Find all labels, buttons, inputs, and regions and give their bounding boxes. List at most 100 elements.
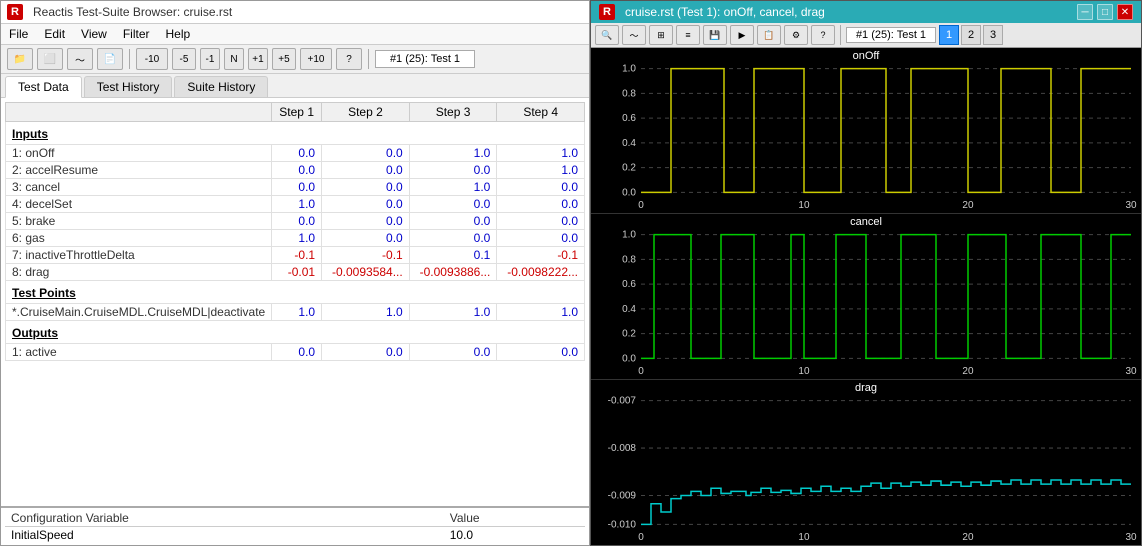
menu-bar: File Edit View Filter Help — [1, 24, 589, 45]
chart-cancel: cancel 1.0 0.8 0.6 0.4 0.2 0.0 0 10 20 3… — [591, 214, 1141, 380]
right-settings-button[interactable]: ⚙ — [784, 25, 808, 45]
tab-test-history[interactable]: Test History — [84, 76, 173, 97]
cell-val: 1.0 — [409, 179, 497, 196]
svg-text:10: 10 — [798, 200, 809, 211]
svg-text:30: 30 — [1125, 200, 1136, 211]
right-search-button[interactable]: 🔍 — [595, 25, 619, 45]
test-label: #1 (25): Test 1 — [375, 50, 475, 68]
svg-text:20: 20 — [962, 532, 973, 543]
table-row: *.CruiseMain.CruiseMDL.CruiseMDL|deactiv… — [6, 304, 585, 321]
row-label: 2: accelResume — [6, 162, 272, 179]
cell-val: 0.0 — [272, 145, 322, 162]
right-test-label: #1 (25): Test 1 — [846, 27, 936, 43]
left-panel: R Reactis Test-Suite Browser: cruise.rst… — [0, 0, 590, 546]
chart-onoff-title: onOff — [853, 50, 880, 62]
table-row: 4: decelSet 1.0 0.0 0.0 0.0 — [6, 196, 585, 213]
svg-text:20: 20 — [962, 200, 973, 211]
col-header-empty — [6, 103, 272, 122]
document-button[interactable]: 📄 — [97, 48, 123, 70]
right-app-logo: R — [599, 4, 615, 20]
cell-val: -0.01 — [272, 264, 322, 281]
svg-text:0.2: 0.2 — [622, 329, 636, 340]
ellipsis-button[interactable]: ⬜ — [37, 48, 63, 70]
config-table: Configuration Variable Value InitialSpee… — [5, 510, 585, 543]
svg-text:-0.008: -0.008 — [608, 443, 637, 454]
plus1-button[interactable]: +1 — [248, 48, 268, 70]
help-button[interactable]: ? — [336, 48, 362, 70]
row-label: 5: brake — [6, 213, 272, 230]
num-btn-2[interactable]: 2 — [961, 25, 981, 45]
sep1 — [129, 49, 130, 69]
tab-test-data[interactable]: Test Data — [5, 76, 82, 98]
plus10-button[interactable]: +10 — [300, 48, 332, 70]
cell-val: 0.0 — [497, 213, 585, 230]
cell-val: 1.0 — [272, 304, 322, 321]
svg-text:0.8: 0.8 — [622, 88, 636, 99]
n-button[interactable]: N — [224, 48, 244, 70]
cell-val: 0.0 — [409, 230, 497, 247]
num-btn-3[interactable]: 3 — [983, 25, 1003, 45]
menu-edit[interactable]: Edit — [42, 26, 67, 42]
right-save-button[interactable]: 💾 — [703, 25, 727, 45]
table-row: 7: inactiveThrottleDelta -0.1 -0.1 0.1 -… — [6, 247, 585, 264]
cell-val: 0.1 — [409, 247, 497, 264]
svg-text:10: 10 — [798, 532, 809, 543]
toolbar: 📁 ⬜ 〜 📄 -10 -5 -1 N +1 +5 +10 ? #1 (25):… — [1, 45, 589, 74]
testpoints-header: Test Points — [6, 281, 585, 304]
chart-onoff-svg: 1.0 0.8 0.6 0.4 0.2 0.0 0 10 20 30 — [591, 48, 1141, 213]
cell-val: 0.0 — [322, 162, 410, 179]
menu-file[interactable]: File — [7, 26, 30, 42]
cell-val: 0.0 — [272, 213, 322, 230]
sep2 — [368, 49, 369, 69]
svg-text:0.4: 0.4 — [622, 304, 636, 315]
table-row: 1: onOff 0.0 0.0 1.0 1.0 — [6, 145, 585, 162]
svg-text:-0.007: -0.007 — [608, 396, 637, 407]
chart-drag: drag -0.007 -0.008 -0.009 -0.010 0 10 20… — [591, 380, 1141, 545]
cell-val: -0.0093584... — [322, 264, 410, 281]
tab-suite-history[interactable]: Suite History — [174, 76, 268, 97]
maximize-button[interactable]: □ — [1097, 4, 1113, 20]
minus5-button[interactable]: -5 — [172, 48, 196, 70]
svg-text:0.8: 0.8 — [622, 254, 636, 265]
minus1-button[interactable]: -1 — [200, 48, 220, 70]
waveform-button[interactable]: 〜 — [67, 48, 93, 70]
col-header-step4: Step 4 — [497, 103, 585, 122]
minimize-button[interactable]: ─ — [1077, 4, 1093, 20]
menu-filter[interactable]: Filter — [121, 26, 152, 42]
minus10-button[interactable]: -10 — [136, 48, 168, 70]
cell-val: 1.0 — [272, 230, 322, 247]
cell-val: 0.0 — [322, 145, 410, 162]
row-label: 1: active — [6, 344, 272, 361]
cell-val: -0.1 — [322, 247, 410, 264]
cell-val: -0.0098222... — [497, 264, 585, 281]
app-title: Reactis Test-Suite Browser: cruise.rst — [33, 5, 232, 19]
right-grid-button[interactable]: ⊞ — [649, 25, 673, 45]
menu-view[interactable]: View — [79, 26, 109, 42]
right-copy-button[interactable]: 📋 — [757, 25, 781, 45]
cell-val: 1.0 — [409, 145, 497, 162]
close-button[interactable]: ✕ — [1117, 4, 1133, 20]
plus5-button[interactable]: +5 — [272, 48, 296, 70]
cell-val: 1.0 — [497, 162, 585, 179]
right-play-button[interactable]: ▶ — [730, 25, 754, 45]
cell-val: -0.1 — [272, 247, 322, 264]
right-help-button[interactable]: ? — [811, 25, 835, 45]
row-label: 7: inactiveThrottleDelta — [6, 247, 272, 264]
open-folder-button[interactable]: 📁 — [7, 48, 33, 70]
cell-val: 0.0 — [322, 179, 410, 196]
svg-text:0: 0 — [638, 532, 644, 543]
row-label: *.CruiseMain.CruiseMDL.CruiseMDL|deactiv… — [6, 304, 272, 321]
row-label: 3: cancel — [6, 179, 272, 196]
chart-onoff: onOff 1.0 0.8 0.6 0.4 0.2 0.0 0 — [591, 48, 1141, 214]
menu-help[interactable]: Help — [164, 26, 193, 42]
svg-text:0.6: 0.6 — [622, 113, 636, 124]
num-btn-1[interactable]: 1 — [939, 25, 959, 45]
right-title-bar: R cruise.rst (Test 1): onOff, cancel, dr… — [591, 1, 1141, 23]
right-wave-button[interactable]: 〜 — [622, 25, 646, 45]
col-header-step1: Step 1 — [272, 103, 322, 122]
config-col-var: Configuration Variable — [5, 510, 444, 527]
svg-text:-0.009: -0.009 — [608, 490, 637, 501]
right-list-button[interactable]: ≡ — [676, 25, 700, 45]
cell-val: 1.0 — [272, 196, 322, 213]
row-label: 4: decelSet — [6, 196, 272, 213]
